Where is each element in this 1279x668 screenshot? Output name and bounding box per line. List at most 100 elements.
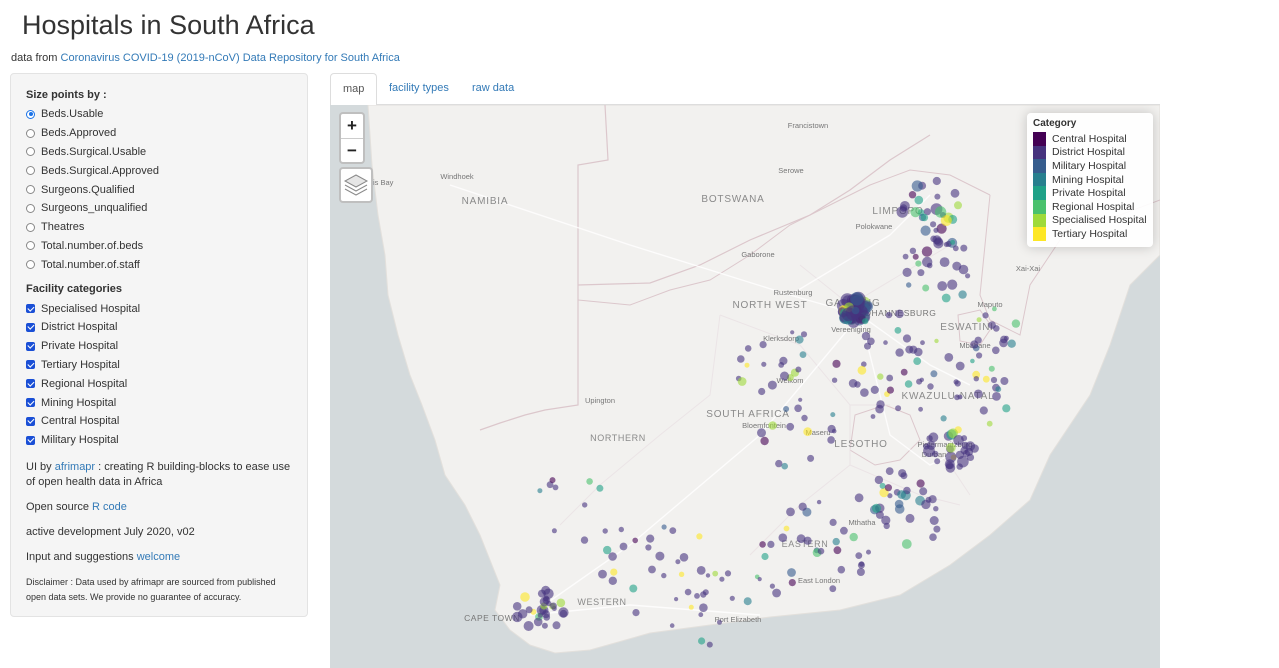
hospital-marker[interactable] xyxy=(926,435,933,442)
hospital-marker[interactable] xyxy=(744,362,750,368)
welcome-link[interactable]: welcome xyxy=(137,551,180,563)
hospital-marker[interactable] xyxy=(760,436,769,446)
hospital-marker[interactable] xyxy=(698,637,706,645)
hospital-marker[interactable] xyxy=(525,606,533,614)
hospital-marker[interactable] xyxy=(549,477,556,484)
hospital-marker[interactable] xyxy=(862,318,869,325)
hospital-marker[interactable] xyxy=(675,559,681,565)
hospital-marker[interactable] xyxy=(921,246,933,257)
hospital-marker[interactable] xyxy=(894,504,905,514)
hospital-marker[interactable] xyxy=(817,547,825,555)
hospital-marker[interactable] xyxy=(632,609,640,617)
hospital-marker[interactable] xyxy=(743,597,752,606)
size-option[interactable]: Theatres xyxy=(26,218,293,237)
hospital-marker[interactable] xyxy=(927,383,934,390)
category-option[interactable]: Tertiary Hospital xyxy=(26,356,293,375)
hospital-marker[interactable] xyxy=(610,568,618,576)
category-option[interactable]: Military Hospital xyxy=(26,431,293,450)
hospital-marker[interactable] xyxy=(556,598,566,608)
hospital-marker[interactable] xyxy=(896,206,909,218)
hospital-marker[interactable] xyxy=(619,542,628,551)
hospital-marker[interactable] xyxy=(919,487,928,496)
hospital-marker[interactable] xyxy=(932,450,939,458)
hospital-marker[interactable] xyxy=(783,406,790,412)
hospital-marker[interactable] xyxy=(759,341,767,349)
hospital-marker[interactable] xyxy=(874,475,884,485)
hospital-marker[interactable] xyxy=(915,260,922,267)
hospital-marker[interactable] xyxy=(559,609,568,618)
hospital-marker[interactable] xyxy=(885,311,893,319)
hospital-marker[interactable] xyxy=(794,404,802,413)
hospital-marker[interactable] xyxy=(901,539,912,549)
hospital-marker[interactable] xyxy=(629,584,638,593)
radio-button[interactable] xyxy=(26,166,35,176)
hospital-marker[interactable] xyxy=(914,347,923,357)
hospital-marker[interactable] xyxy=(918,406,923,412)
hospital-marker[interactable] xyxy=(790,330,795,335)
hospital-marker[interactable] xyxy=(933,227,939,233)
hospital-marker[interactable] xyxy=(694,593,700,599)
hospital-marker[interactable] xyxy=(795,366,802,373)
size-option[interactable]: Beds.Approved xyxy=(26,124,293,143)
hospital-marker[interactable] xyxy=(883,522,890,530)
radio-button[interactable] xyxy=(26,241,35,251)
zoom-out-button[interactable]: − xyxy=(341,138,363,162)
hospital-marker[interactable] xyxy=(933,506,939,512)
hospital-marker[interactable] xyxy=(941,293,951,303)
hospital-marker[interactable] xyxy=(855,552,863,559)
hospital-marker[interactable] xyxy=(1000,335,1008,344)
hospital-marker[interactable] xyxy=(586,478,593,485)
hospital-marker[interactable] xyxy=(886,374,894,382)
hospital-marker[interactable] xyxy=(778,533,788,542)
hospital-marker[interactable] xyxy=(1002,404,1011,413)
hospital-marker[interactable] xyxy=(769,583,775,589)
hospital-marker[interactable] xyxy=(965,273,971,279)
hospital-marker[interactable] xyxy=(696,533,703,540)
hospital-marker[interactable] xyxy=(851,306,860,315)
hospital-marker[interactable] xyxy=(917,269,925,277)
hospital-marker[interactable] xyxy=(930,221,937,228)
hospital-marker[interactable] xyxy=(857,561,865,569)
hospital-marker[interactable] xyxy=(945,461,954,469)
radio-button[interactable] xyxy=(26,147,35,157)
hospital-marker[interactable] xyxy=(724,570,732,577)
hospital-marker[interactable] xyxy=(737,355,745,363)
hospital-marker[interactable] xyxy=(856,568,865,576)
hospital-marker[interactable] xyxy=(767,380,777,390)
hospital-marker[interactable] xyxy=(937,281,948,291)
radio-button[interactable] xyxy=(26,109,35,119)
hospital-marker[interactable] xyxy=(922,256,933,268)
hospital-marker[interactable] xyxy=(979,406,988,415)
hospital-marker[interactable] xyxy=(898,469,907,478)
checkbox[interactable] xyxy=(26,304,35,314)
hospital-marker[interactable] xyxy=(939,257,950,267)
hospital-marker[interactable] xyxy=(655,551,665,561)
hospital-marker[interactable] xyxy=(783,525,790,532)
hospital-marker[interactable] xyxy=(648,565,656,574)
hospital-marker[interactable] xyxy=(992,392,1001,401)
hospital-marker[interactable] xyxy=(955,361,965,371)
map-view[interactable]: NAMIBIABOTSWANALIMPOPONORTH WESTGAUTENGE… xyxy=(330,105,1160,668)
hospital-marker[interactable] xyxy=(943,242,949,247)
hospital-marker[interactable] xyxy=(904,380,913,388)
hospital-marker[interactable] xyxy=(761,552,769,561)
hospital-marker[interactable] xyxy=(778,362,785,368)
hospital-marker[interactable] xyxy=(759,541,766,548)
hospital-marker[interactable] xyxy=(973,376,979,382)
hospital-marker[interactable] xyxy=(952,245,959,252)
hospital-marker[interactable] xyxy=(837,565,846,574)
hospital-marker[interactable] xyxy=(902,267,912,277)
hospital-marker[interactable] xyxy=(960,244,968,252)
tab-raw-data[interactable]: raw data xyxy=(460,73,526,105)
hospital-marker[interactable] xyxy=(533,617,543,627)
hospital-marker[interactable] xyxy=(950,239,956,245)
hospital-marker[interactable] xyxy=(798,502,807,511)
hospital-marker[interactable] xyxy=(775,459,783,468)
hospital-marker[interactable] xyxy=(632,537,638,544)
hospital-marker[interactable] xyxy=(908,191,917,199)
category-option[interactable]: Central Hospital xyxy=(26,412,293,431)
hospital-marker[interactable] xyxy=(661,572,667,579)
hospital-marker[interactable] xyxy=(934,193,941,200)
hospital-marker[interactable] xyxy=(913,357,922,365)
source-link[interactable]: Coronavirus COVID-19 (2019-nCoV) Data Re… xyxy=(61,52,400,64)
